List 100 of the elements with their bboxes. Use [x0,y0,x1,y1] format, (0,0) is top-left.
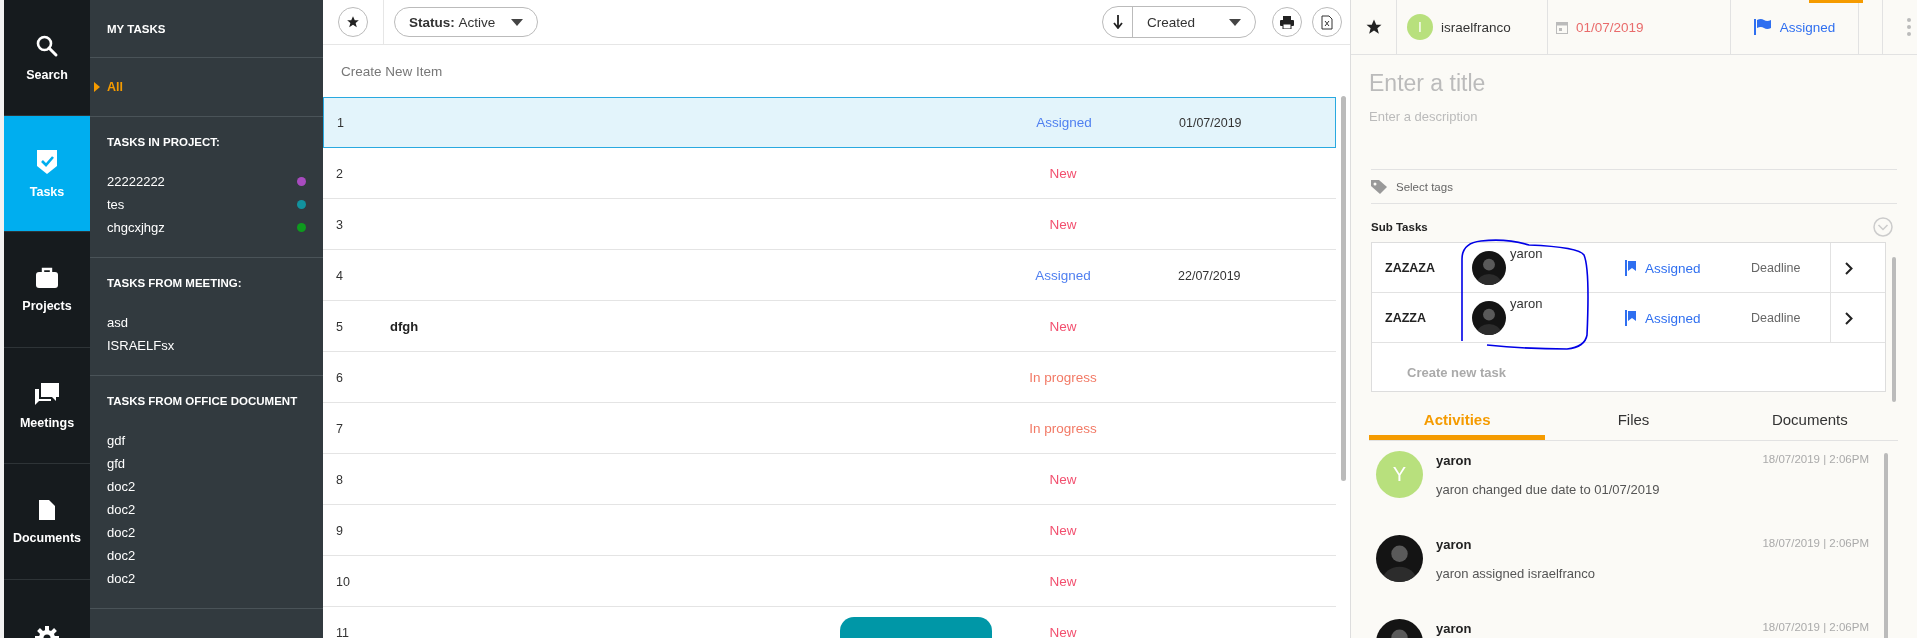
row-number: 9 [336,523,344,538]
section-heading: TASKS IN PROJECT: [107,136,221,148]
sidebar-item[interactable]: doc2 [107,525,136,540]
user-avatar [1472,251,1506,285]
print-button[interactable] [1272,7,1302,37]
status-label: New [1049,625,1077,638]
user-avatar [1376,535,1423,582]
chat-bubbles-icon [34,381,60,406]
caret-icon [511,18,524,26]
favorite-button[interactable] [338,7,368,37]
due-date: 01/07/2019 [1179,115,1242,130]
user-name: yaron [1436,453,1472,468]
activity-message: yaron assigned israelfranco [1436,566,1596,581]
row-number: 3 [336,217,344,232]
status-label: Assigned [1645,310,1701,326]
due-date: 22/07/2019 [1178,268,1241,283]
create-item-field[interactable]: Create New Item [339,62,643,80]
calendar-icon [1556,20,1568,34]
row-number: 6 [336,370,344,385]
task-row[interactable]: 3 New [323,199,1336,250]
subtask-title: ZAZZA [1385,311,1427,325]
user-avatar [1472,301,1506,335]
sidebar-item[interactable]: gfd [107,456,126,471]
tab[interactable]: Files [1545,404,1722,440]
status-label: Assigned [1035,268,1091,283]
scrollbar[interactable] [1892,257,1896,402]
section-heading: TASKS FROM OFFICE DOCUMENT [107,395,299,407]
assignee-selector[interactable]: I israelfranco [1397,0,1548,54]
title-field[interactable]: Enter a title [1367,69,1771,98]
description-field[interactable]: Enter a description [1367,108,1771,125]
deadline-label[interactable]: Deadline [1751,311,1830,325]
row-number: 7 [336,421,344,436]
section-heading: Sub Tasks [1371,221,1428,233]
caret-icon [94,82,100,92]
filter-item[interactable]: All [94,78,323,96]
create-task-field[interactable]: Create new task [1405,364,1584,381]
deadline-label[interactable]: Deadline [1751,261,1830,275]
document-icon [38,498,56,521]
status-label: Assigned [1036,115,1092,130]
sidebar-item[interactable]: doc2 [107,479,136,494]
task-row[interactable]: 5 dfgh New [323,301,1336,352]
search-icon [35,33,59,58]
task-row[interactable]: 9 New [323,505,1336,556]
row-number: 11 [336,625,350,638]
assignee-name: yaron [1510,296,1543,311]
sidebar-item[interactable]: chgcxjhgz [107,220,165,235]
briefcase-icon [35,266,59,289]
status-label: New [1049,472,1077,487]
section-heading: MY TASKS [107,22,166,35]
sidebar-item[interactable]: tes [107,197,125,212]
task-row[interactable]: 10 New [323,556,1336,607]
timestamp: 18/07/2019 | 2:06PM [1762,621,1869,635]
chevron-right-icon[interactable] [1845,311,1853,325]
tags-field[interactable]: Select tags [1394,179,1552,194]
assignee-name: yaron [1510,246,1543,261]
status-label: Assigned [1645,260,1701,276]
sidebar-item[interactable]: doc2 [107,548,136,563]
row-number: 8 [336,472,344,487]
flag-icon [1753,19,1772,35]
section-heading: TASKS FROM MEETING: [107,277,243,289]
arrow-down-icon [1112,15,1123,29]
timestamp: 18/07/2019 | 2:06PM [1762,453,1869,467]
flag-icon [1625,260,1637,276]
timestamp: 18/07/2019 | 2:06PM [1762,537,1869,551]
sidebar-item[interactable]: gdf [107,433,126,448]
row-number: 1 [337,115,345,130]
excel-file-icon [1321,14,1333,30]
sidebar-item[interactable]: doc2 [107,502,136,517]
scrollbar[interactable] [1884,453,1888,638]
task-row[interactable]: 7 In progress [323,403,1336,454]
task-row[interactable]: 2 New [323,148,1336,199]
user-name: yaron [1436,621,1472,636]
task-row[interactable]: 6 In progress [323,352,1336,403]
task-row[interactable]: 1 Assigned 01/07/2019 [323,97,1336,148]
sidebar-item[interactable]: 22222222 [107,174,165,189]
task-row[interactable]: 4 Assigned 22/07/2019 [323,250,1336,301]
status-selector[interactable]: Assigned [1731,0,1859,54]
scrollbar[interactable] [1341,96,1346,481]
row-number: 4 [336,268,344,283]
shield-check-icon [36,148,58,175]
chevron-right-icon[interactable] [1845,261,1853,275]
task-row[interactable]: 8 New [323,454,1336,505]
sidebar-item[interactable]: asd [107,315,128,330]
excel-export-button[interactable] [1312,7,1342,37]
tag-icon [1371,179,1387,194]
sidebar-item[interactable]: ISRAELFsx [107,338,175,353]
activity-message: yaron changed due date to 01/07/2019 [1436,482,1661,497]
status-label: New [1049,166,1077,181]
status-label: New [1049,217,1077,232]
print-icon [1280,15,1294,29]
caret-icon [1229,18,1241,26]
flag-icon [1625,310,1637,326]
star-icon [346,15,360,29]
sidebar-item[interactable]: doc2 [107,571,136,586]
user-name: yaron [1436,537,1472,552]
status-label: In progress [1029,421,1097,436]
row-number: 5 [336,319,344,334]
tab[interactable]: Documents [1721,404,1898,440]
user-avatar: Y [1376,451,1423,498]
row-number: 2 [336,166,344,181]
